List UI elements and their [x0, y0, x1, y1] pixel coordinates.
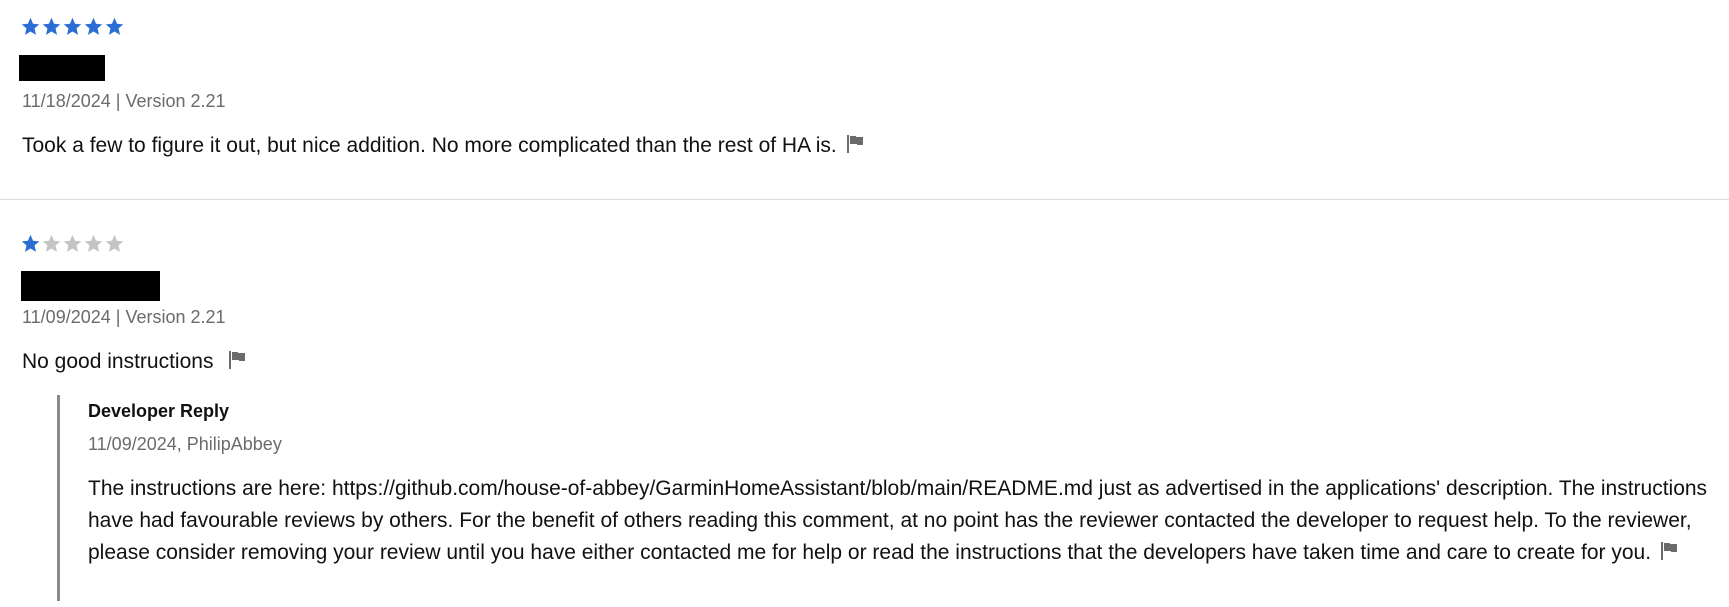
flag-icon[interactable] — [1659, 541, 1679, 561]
developer-reply-meta: 11/09/2024, PhilipAbbey — [88, 434, 282, 454]
review-text-block: Took a few to figure it out, but nice ad… — [22, 131, 865, 160]
star-empty-icon — [62, 233, 83, 254]
star-filled-icon — [20, 233, 41, 254]
review-item: 11/09/2024 | Version 2.21 No good instru… — [0, 200, 1729, 606]
redacted-username — [21, 271, 160, 301]
star-filled-icon — [83, 16, 104, 37]
star-empty-icon — [104, 233, 125, 254]
star-empty-icon — [41, 233, 62, 254]
flag-icon[interactable] — [845, 134, 865, 154]
developer-reply-text: The instructions are here: https://githu… — [88, 477, 1708, 564]
review-version: Version 2.21 — [125, 91, 226, 111]
review-date: 11/09/2024 — [22, 307, 111, 327]
review-text: No good instructions — [22, 350, 214, 373]
review-version: Version 2.21 — [125, 307, 226, 327]
review-meta: 11/18/2024 | Version 2.21 — [22, 91, 226, 112]
meta-separator: | — [115, 91, 121, 111]
star-empty-icon — [83, 233, 104, 254]
flag-icon[interactable] — [227, 350, 247, 370]
developer-reply-title: Developer Reply — [88, 401, 230, 421]
review-text-block: No good instructions — [22, 347, 247, 376]
redacted-username — [19, 55, 105, 81]
star-filled-icon — [62, 16, 83, 37]
review-text: Took a few to figure it out, but nice ad… — [22, 134, 837, 157]
star-rating — [20, 16, 125, 37]
review-date: 11/18/2024 — [22, 91, 111, 111]
star-rating — [20, 233, 125, 254]
star-filled-icon — [41, 16, 62, 37]
developer-reply-text-block: The instructions are here: https://githu… — [88, 473, 1708, 569]
developer-reply: Developer Reply 11/09/2024, PhilipAbbey … — [57, 395, 1707, 601]
star-filled-icon — [20, 16, 41, 37]
meta-separator: | — [115, 307, 121, 327]
review-meta: 11/09/2024 | Version 2.21 — [22, 307, 226, 328]
star-filled-icon — [104, 16, 125, 37]
review-item: 11/18/2024 | Version 2.21 Took a few to … — [0, 0, 1729, 200]
